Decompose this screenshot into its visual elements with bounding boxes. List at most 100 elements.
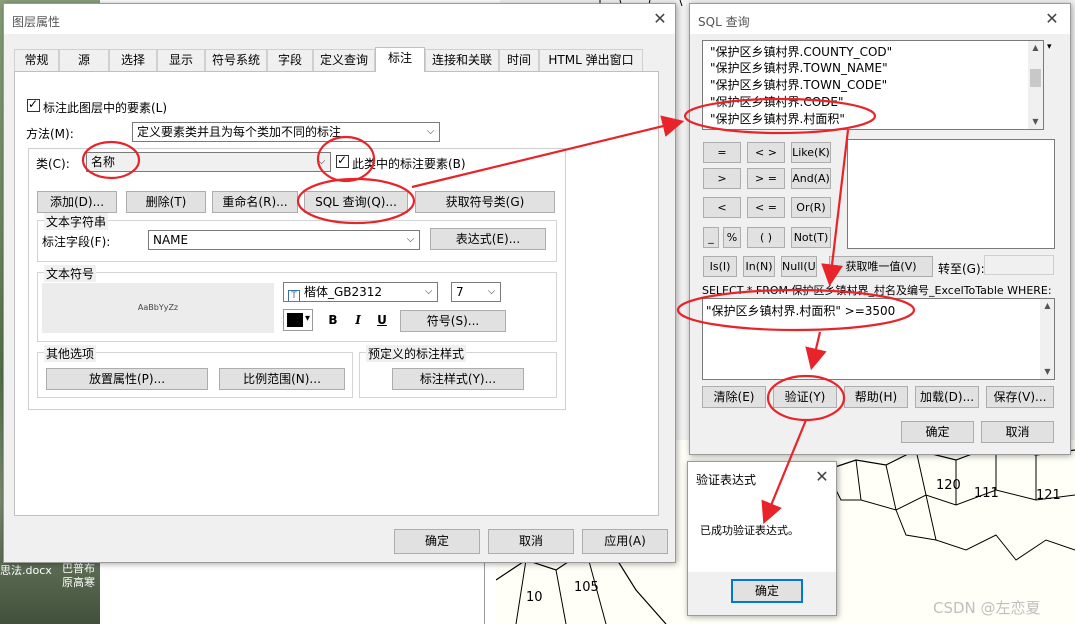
list-item[interactable]: "保护区乡镇村界.CODE" [703, 94, 1043, 111]
ok-button[interactable]: 确定 [901, 421, 974, 443]
close-icon[interactable]: ✕ [1042, 10, 1062, 28]
load-button[interactable]: 加载(D)... [915, 386, 979, 408]
cancel-button[interactable]: 取消 [488, 529, 574, 554]
class-dropdown[interactable]: 名称 ⌵ [86, 152, 331, 172]
list-dropdown-icon[interactable]: ▾ [1047, 42, 1052, 52]
ok-button[interactable]: 确定 [731, 579, 803, 603]
tab-symbology[interactable]: 符号系统 [205, 49, 267, 71]
scroll-down-icon[interactable]: ▼ [1028, 115, 1043, 129]
close-icon[interactable]: ✕ [812, 468, 832, 486]
verify-button[interactable]: 验证(Y) [773, 386, 837, 408]
op-in-button[interactable]: In(N) [743, 256, 775, 277]
delete-class-button[interactable]: 删除(T) [126, 191, 206, 213]
op-less-button[interactable]: < [703, 197, 741, 218]
op-is-button[interactable]: Is(I) [703, 256, 737, 277]
class-label: 类(C): [36, 157, 70, 171]
op-less-equal-button[interactable]: < = [747, 197, 785, 218]
predefined-style-title: 预定义的标注样式 [366, 345, 467, 362]
close-icon[interactable]: ✕ [650, 10, 670, 28]
op-equals-button[interactable]: = [703, 142, 741, 163]
where-clause-input[interactable]: "保护区乡镇村界.村面积" >=3500 ▲ ▼ [702, 298, 1055, 380]
op-greater-equal-button[interactable]: > = [747, 168, 785, 189]
tab-general[interactable]: 常规 [14, 49, 59, 71]
sql-query-button[interactable]: SQL 查询(Q)... [304, 191, 408, 213]
sql-query-window: SQL 查询 ✕ "保护区乡镇村界.COUNTY_COD" "保护区乡镇村界.T… [689, 3, 1071, 455]
tab-source[interactable]: 源 [59, 49, 109, 71]
color-picker[interactable] [283, 309, 313, 331]
desktop-file-2[interactable]: 巴普布 原高寒 [62, 562, 102, 590]
op-not-equal-button[interactable]: < > [747, 142, 785, 163]
goto-input[interactable] [984, 255, 1054, 275]
op-or-button[interactable]: Or(R) [791, 197, 831, 218]
title-bar: SQL 查询 ✕ [690, 4, 1070, 34]
tab-html-popup[interactable]: HTML 弹出窗口 [539, 49, 643, 71]
label-features-checkbox[interactable] [27, 97, 40, 112]
add-class-button[interactable]: 添加(D)... [37, 191, 117, 213]
method-dropdown[interactable]: 定义要素类并且为每个类加不同的标注 ⌵ [132, 122, 440, 142]
fields-scrollbar[interactable]: ▲ ▼ [1028, 41, 1043, 129]
op-and-button[interactable]: And(A) [791, 168, 831, 189]
clear-button[interactable]: 清除(E) [702, 386, 766, 408]
ok-button[interactable]: 确定 [394, 529, 480, 554]
op-null-button[interactable]: Null(U) [781, 256, 817, 277]
op-percent-button[interactable]: % [723, 227, 741, 248]
label-styles-button[interactable]: 标注样式(Y)... [392, 368, 524, 390]
chevron-down-icon: ⌵ [487, 286, 496, 297]
scroll-down-icon[interactable]: ▼ [1040, 365, 1055, 379]
scale-range-button[interactable]: 比例范围(N)... [219, 368, 345, 390]
rename-class-button[interactable]: 重命名(R)... [212, 191, 298, 213]
tab-joins-relates[interactable]: 连接和关联 [425, 49, 499, 71]
cancel-button[interactable]: 取消 [981, 421, 1054, 443]
tab-fields[interactable]: 字段 [267, 49, 313, 71]
font-dropdown[interactable]: T 楷体_GB2312 ⌵ [283, 282, 438, 302]
scroll-up-icon[interactable]: ▲ [1040, 299, 1055, 313]
title-bar: 图层属性 ✕ [4, 4, 675, 34]
list-item[interactable]: "保护区乡镇村界.TOWN_NAME" [703, 60, 1043, 77]
placement-properties-button[interactable]: 放置属性(P)... [46, 368, 208, 390]
class-label-checkbox[interactable] [336, 153, 349, 168]
apply-button[interactable]: 应用(A) [582, 529, 668, 554]
desktop-file-docx[interactable]: 思法.docx [0, 562, 62, 578]
window-title: SQL 查询 [698, 15, 750, 29]
list-item[interactable]: "保护区乡镇村界.COUNTY_COD" [703, 41, 1043, 60]
chevron-down-icon: ⌵ [406, 234, 415, 245]
other-options-title: 其他选项 [44, 345, 97, 362]
op-underscore-button[interactable]: _ [703, 227, 719, 248]
underline-button[interactable]: U [373, 310, 391, 330]
where-scrollbar[interactable]: ▲ ▼ [1040, 299, 1054, 379]
fields-list[interactable]: "保护区乡镇村界.COUNTY_COD" "保护区乡镇村界.TOWN_NAME"… [702, 40, 1044, 130]
get-symbol-classes-button[interactable]: 获取符号类(G) [415, 191, 555, 213]
font-size-dropdown[interactable]: 7 ⌵ [451, 282, 501, 302]
get-unique-values-button[interactable]: 获取唯一值(V) [829, 256, 933, 277]
tab-selection[interactable]: 选择 [109, 49, 157, 71]
expression-button[interactable]: 表达式(E)... [430, 228, 546, 250]
scroll-up-icon[interactable]: ▲ [1028, 41, 1043, 55]
italic-button[interactable]: I [349, 310, 367, 330]
label-field-label: 标注字段(F): [42, 235, 111, 249]
tab-display[interactable]: 显示 [157, 49, 205, 71]
message-area: 已成功验证表达式。 [688, 492, 836, 572]
op-greater-button[interactable]: > [703, 168, 741, 189]
map-label-121: 121 [1036, 488, 1061, 503]
font-value: 楷体_GB2312 [304, 285, 383, 299]
map-ruler [484, 555, 496, 624]
op-parentheses-button[interactable]: ( ) [747, 227, 785, 248]
class-label-checkbox-label: 此类中的标注要素(B) [352, 157, 466, 171]
tab-time[interactable]: 时间 [499, 49, 539, 71]
list-item[interactable]: "保护区乡镇村界.村面积" [703, 111, 1043, 128]
list-item[interactable]: "保护区乡镇村界.TOWN_CODE" [703, 77, 1043, 94]
tab-definition-query[interactable]: 定义查询 [313, 49, 375, 71]
symbol-button[interactable]: 符号(S)... [400, 310, 506, 332]
map-label-10: 10 [526, 590, 543, 605]
tab-labels[interactable]: 标注 [375, 47, 425, 72]
scroll-thumb[interactable] [1030, 69, 1041, 87]
op-not-button[interactable]: Not(T) [791, 227, 831, 248]
label-features-label: 标注此图层中的要素(L) [43, 101, 168, 115]
label-field-dropdown[interactable]: NAME ⌵ [148, 230, 420, 250]
bold-button[interactable]: B [324, 310, 342, 330]
chevron-down-icon: ⌵ [426, 126, 435, 137]
help-button[interactable]: 帮助(H) [844, 386, 908, 408]
unique-values-list[interactable] [847, 139, 1055, 249]
save-button[interactable]: 保存(V)... [986, 386, 1054, 408]
op-like-button[interactable]: Like(K) [791, 142, 831, 163]
